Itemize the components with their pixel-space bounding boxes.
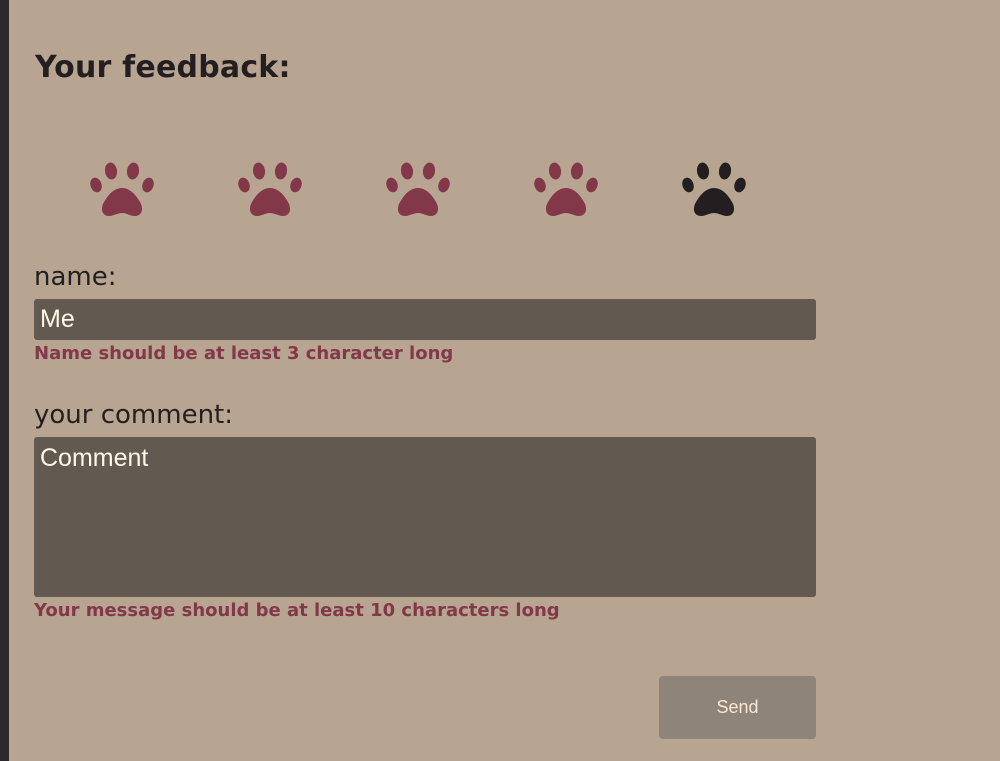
paw-icon[interactable]	[386, 160, 450, 218]
comment-error-message: Your message should be at least 10 chara…	[34, 600, 560, 621]
send-button[interactable]: Send	[659, 676, 816, 739]
name-error-message: Name should be at least 3 character long	[34, 343, 454, 364]
feedback-form: Your feedback: name: Name should be at l…	[34, 0, 816, 761]
paw-icon[interactable]	[90, 160, 154, 218]
paw-icon[interactable]	[534, 160, 598, 218]
paw-icon[interactable]	[682, 160, 746, 218]
comment-label: your comment:	[34, 400, 234, 430]
name-input[interactable]	[34, 299, 816, 340]
left-edge-strip	[0, 0, 9, 761]
page-title: Your feedback:	[35, 50, 291, 85]
name-label: name:	[34, 262, 117, 292]
paw-icon[interactable]	[238, 160, 302, 218]
comment-textarea[interactable]	[34, 437, 816, 597]
paw-rating[interactable]	[90, 160, 746, 220]
